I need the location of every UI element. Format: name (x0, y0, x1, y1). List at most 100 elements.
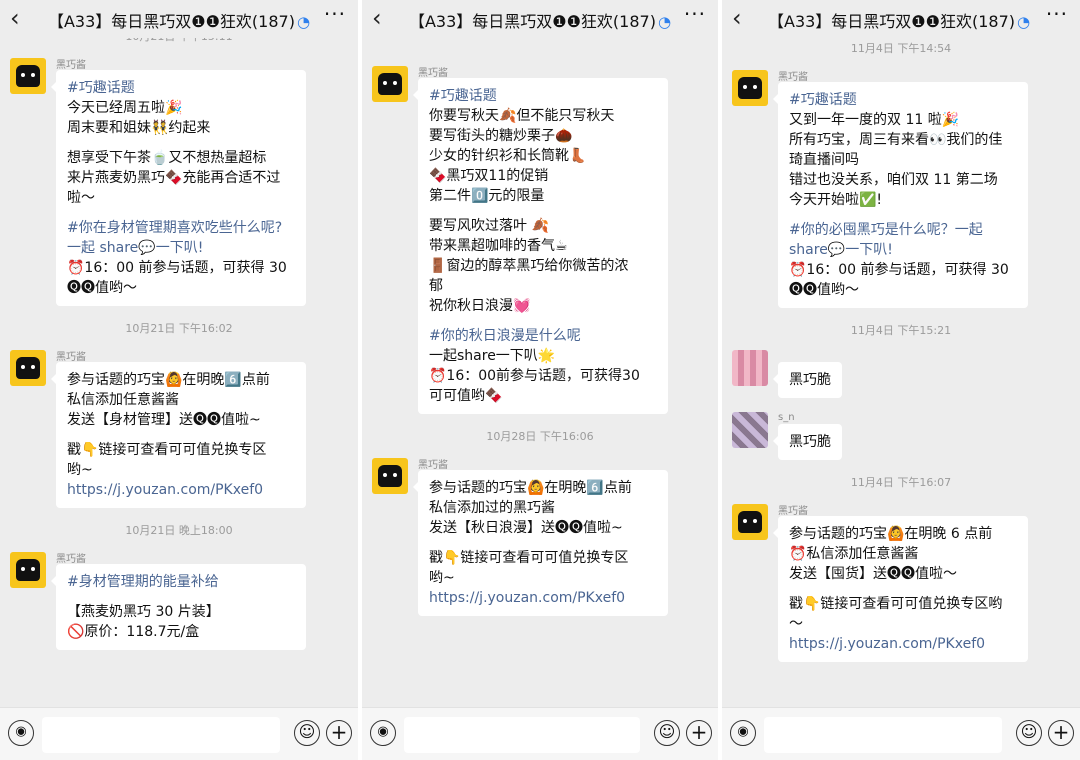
emoji-icon[interactable]: ☺ (294, 720, 320, 746)
message-link[interactable]: https://j.youzan.com/PKxef0 (429, 588, 657, 608)
plus-icon[interactable]: + (326, 720, 352, 746)
message-line: 今天开始啦✅! (789, 192, 883, 208)
message-input[interactable] (404, 717, 640, 753)
avatar-eye-icon (19, 71, 27, 79)
message-line: 参与话题的巧宝🙆在明晚6️⃣点前 (67, 372, 270, 388)
message-list[interactable]: 11月4日 下午14:54 黑巧酱 #巧趣话题 又到一年一度的双 11 啦🎉 所有巧宝，… (722, 0, 1080, 708)
avatar-eye-icon (29, 71, 37, 79)
message-bubble[interactable]: 参与话题的巧宝🙆在明晚 6 点前 ⏰私信添加任意酱酱 发送【囤货】送🅠🅠值啦～ 戳👇链… (773, 516, 1028, 662)
member-avatar[interactable] (732, 412, 768, 448)
message-line: 🚪窗边的醇萃黑巧给你微苦的浓 (429, 258, 629, 274)
plus-icon[interactable]: + (1048, 720, 1074, 746)
message-line (789, 584, 1017, 594)
message-line: 带来黑超咖啡的香气☕ (429, 238, 568, 254)
message-line: 哟~ (429, 570, 455, 586)
message-line (67, 592, 295, 602)
topic-text: #你在身材管理期喜欢吃些什么呢? (67, 220, 283, 236)
message-bubble[interactable]: 黑巧脆 (773, 362, 842, 398)
chat-header: ‹ 【A33】每日黑巧双❶❶狂欢(187)◔🔕 ··· (722, 0, 1080, 38)
message-line: 🅠🅠值哟～ (67, 280, 137, 296)
member-name: s_n (778, 412, 795, 423)
input-bar: ◉ ☺ + (0, 707, 358, 760)
message-line: 琦直播间吗 (789, 152, 859, 168)
topic-text: #巧趣话题 (429, 88, 497, 104)
message-input[interactable] (42, 717, 280, 753)
more-options-icon[interactable]: ··· (684, 2, 706, 26)
message-line (67, 138, 295, 148)
message-bubble[interactable]: #巧趣话题 今天已经周五啦🎉 周末要和姐妹👯约起来 想享受下午茶🍵又不想热量超标 来片燕… (51, 70, 306, 306)
message-bubble[interactable]: 参与话题的巧宝🙆在明晚6️⃣点前 私信添加过的黑巧酱 发送【秋日浪漫】送🅠🅠值啦~ 戳… (413, 470, 668, 616)
sender-name: 黑巧酱 (56, 60, 86, 71)
message-line: 又到一年一度的双 11 啦🎉 (789, 112, 960, 128)
emoji-icon[interactable]: ☺ (654, 720, 680, 746)
avatar-eye-icon (381, 79, 389, 87)
message-input[interactable] (764, 717, 1002, 753)
chat-title: 【A33】每日黑巧双❶❶狂欢(187)◔🔕 (768, 8, 1034, 32)
message-line: 今天已经周五啦🎉 (67, 100, 183, 116)
message-line: 少女的针织衫和长筒靴👢 (429, 148, 587, 164)
message-line: 私信添加任意酱酱 (67, 392, 179, 408)
sender-name: 黑巧酱 (56, 352, 86, 363)
back-arrow-icon[interactable]: ‹ (372, 4, 382, 32)
sender-avatar[interactable] (732, 70, 768, 106)
more-options-icon[interactable]: ··· (324, 2, 346, 26)
voice-input-icon[interactable]: ◉ (8, 720, 34, 746)
voice-input-icon[interactable]: ◉ (370, 720, 396, 746)
chat-title-text: 【A33】每日黑巧双❶❶狂欢(187) (408, 12, 656, 31)
sender-avatar[interactable] (10, 350, 46, 386)
avatar-eye-icon (741, 517, 749, 525)
sender-avatar[interactable] (372, 66, 408, 102)
topic-text: #身材管理期的能量补给 (67, 574, 219, 590)
emoji-icon[interactable]: ☺ (1016, 720, 1042, 746)
message-list[interactable]: 10月21日 下午15:11黑巧酱#巧趣话题今天已经周五啦🎉周末要和姐妹👯约起来… (0, 0, 358, 708)
message-line: 黑巧脆 (789, 434, 831, 450)
avatar-eye-icon (751, 83, 759, 91)
chat-panel-3: ‹ 【A33】每日黑巧双❶❶狂欢(187)◔🔕 ··· 11月4日 下午14:54 黑巧… (722, 0, 1080, 760)
message-bubble[interactable]: #巧趣话题 你要写秋天🍂但不能只写秋天 要写街头的糖炒栗子🌰 少女的针织衫和长筒靴👢 🍫… (413, 78, 668, 414)
sender-avatar[interactable] (10, 58, 46, 94)
message-list[interactable]: 黑巧酱 #巧趣话题 你要写秋天🍂但不能只写秋天 要写街头的糖炒栗子🌰 少女的针织衫和长筒… (362, 0, 718, 708)
group-icon: ◔ (657, 13, 672, 31)
message-line: ⏰私信添加任意酱酱 (789, 546, 919, 562)
message-line: 可可值哟🍫 (429, 388, 503, 404)
message-line: 🚫原价：118.7元/盒 (67, 624, 200, 640)
group-icon: ◔ (1017, 13, 1031, 31)
member-avatar[interactable] (732, 350, 768, 386)
message-line: 戳👇链接可查看可可值兑换专区 (67, 442, 267, 458)
sender-avatar[interactable] (732, 504, 768, 540)
plus-icon[interactable]: + (686, 720, 712, 746)
message-line: 戳👇链接可查看可可值兑换专区哟 (789, 596, 1003, 612)
message-bubble[interactable]: #巧趣话题 又到一年一度的双 11 啦🎉 所有巧宝，周三有来看👀我们的佳 琦直播间吗错… (773, 82, 1028, 308)
message-link[interactable]: https://j.youzan.com/PKxef0 (789, 634, 1017, 654)
message-bubble[interactable]: 参与话题的巧宝🙆在明晚6️⃣点前 私信添加任意酱酱 发送【身材管理】送🅠🅠值啦~ 戳👇… (51, 362, 306, 508)
topic-text: #巧趣话题 (789, 92, 857, 108)
voice-input-icon[interactable]: ◉ (730, 720, 756, 746)
message-line: 来片燕麦奶黑巧🍫充能再合适不过 (67, 170, 281, 186)
avatar-eye-icon (381, 471, 389, 479)
message-line: ⏰16：00前参与话题，可获得30 (429, 368, 640, 384)
message-link[interactable]: https://j.youzan.com/PKxef0 (67, 480, 295, 500)
sender-avatar[interactable] (10, 552, 46, 588)
avatar-eye-icon (29, 565, 37, 573)
message-bubble[interactable]: #身材管理期的能量补给 【燕麦奶黑巧 30 片装】 🚫原价：118.7元/盒 (51, 564, 306, 650)
message-line (67, 208, 295, 218)
message-line (429, 538, 657, 548)
message-bubble[interactable]: 黑巧脆 (773, 424, 842, 460)
timestamp: 10月21日 下午16:02 (125, 322, 233, 335)
more-options-icon[interactable]: ··· (1046, 2, 1068, 26)
back-arrow-icon[interactable]: ‹ (732, 4, 742, 32)
message-line (67, 430, 295, 440)
message-line: 【燕麦奶黑巧 30 片装】 (67, 604, 220, 620)
sender-name: 黑巧酱 (418, 68, 448, 79)
message-line: ⏰16：00 前参与话题，可获得 30 (67, 260, 287, 276)
topic-text: #你的秋日浪漫是什么呢 (429, 328, 581, 344)
back-arrow-icon[interactable]: ‹ (10, 4, 20, 32)
message-line: 哟~ (67, 462, 93, 478)
message-line: 郁 (429, 278, 443, 294)
avatar-eye-icon (391, 471, 399, 479)
avatar-eye-icon (741, 83, 749, 91)
sender-name: 黑巧酱 (778, 72, 808, 83)
sender-avatar[interactable] (372, 458, 408, 494)
timestamp: 11月4日 下午14:54 (850, 42, 952, 55)
message-line: 参与话题的巧宝🙆在明晚6️⃣点前 (429, 480, 632, 496)
